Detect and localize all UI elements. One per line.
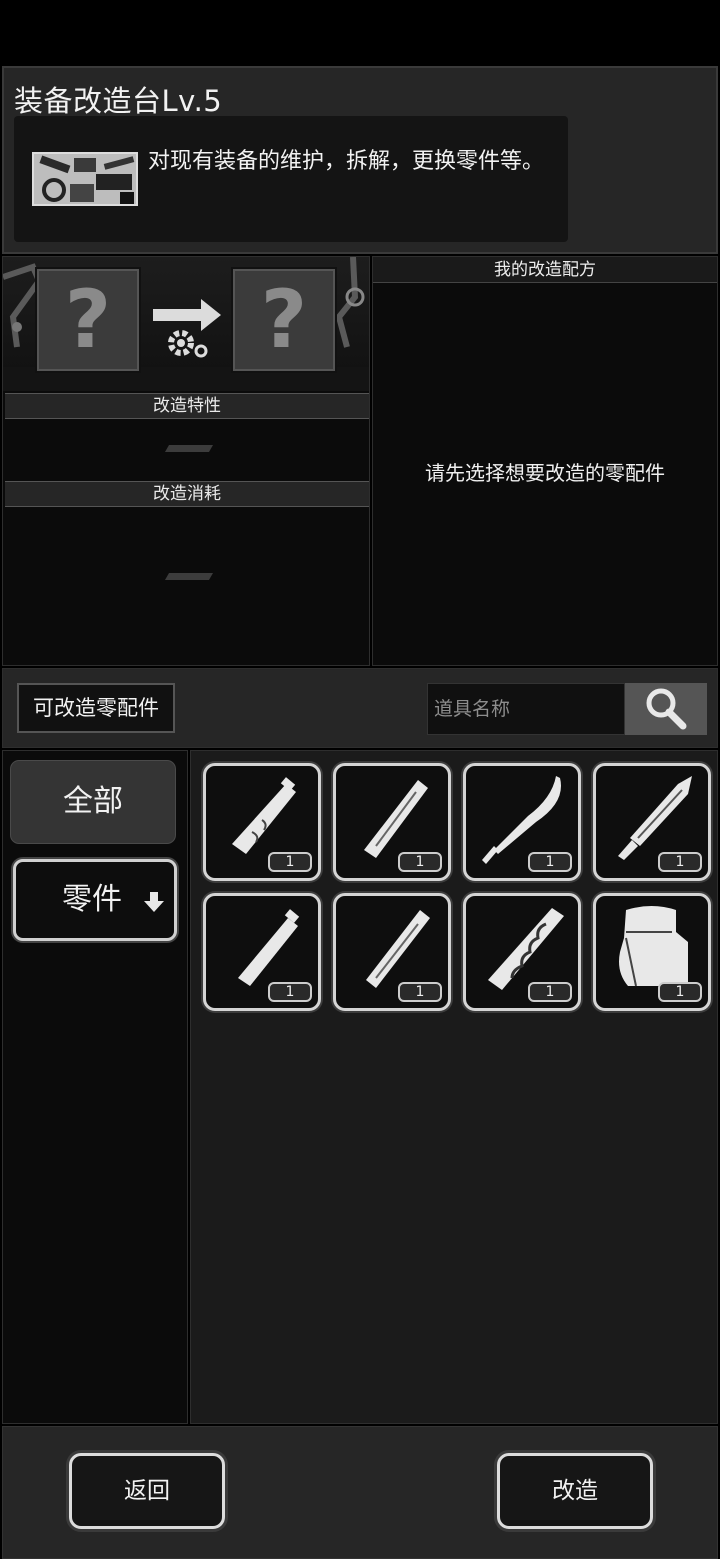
- item-slot[interactable]: 1: [593, 763, 711, 881]
- arrow-down-icon: [144, 892, 164, 912]
- short-handle-icon: [238, 909, 300, 986]
- item-slot[interactable]: 1: [333, 893, 451, 1011]
- item-slot[interactable]: 1: [203, 893, 321, 1011]
- metal-rod-icon: [364, 780, 428, 858]
- workbench-tools-icon: [32, 152, 138, 206]
- item-slot[interactable]: 1: [463, 763, 581, 881]
- workbench-header: 装备改造台Lv.5 对现有装备的维护，拆解，更换零件等。: [2, 66, 718, 254]
- filter-bar: 可改造零配件 道具名称: [2, 668, 718, 748]
- category-sidebar: 全部 零件: [2, 750, 188, 1424]
- transform-arrow-icon: [153, 299, 221, 358]
- category-parts[interactable]: 零件: [13, 859, 177, 941]
- category-parts-label: 零件: [62, 882, 122, 917]
- recipe-empty-message: 请先选择想要改造的零配件: [425, 461, 665, 485]
- description-box: 对现有装备的维护，拆解，更换零件等。: [14, 116, 568, 242]
- search-input[interactable]: 道具名称: [427, 683, 625, 735]
- search-button[interactable]: [625, 683, 707, 735]
- modify-button[interactable]: 改造: [497, 1453, 653, 1529]
- wooden-grip-icon: [232, 777, 296, 854]
- ornate-handle-icon: [488, 908, 564, 990]
- description-text: 对现有装备的维护，拆解，更换零件等。: [148, 149, 545, 174]
- footer-bar: 返回 改造: [2, 1426, 718, 1559]
- item-grid: 1 1 1 1 1 1 1 1: [190, 750, 718, 1424]
- item-slot[interactable]: 1: [333, 763, 451, 881]
- traits-empty-dash: [164, 445, 214, 452]
- recipe-title: 我的改造配方: [373, 257, 717, 283]
- item-slot[interactable]: 1: [463, 893, 581, 1011]
- input-slot[interactable]: ?: [35, 267, 141, 373]
- knife-blade-icon: [618, 776, 692, 860]
- item-slot[interactable]: 1: [593, 893, 711, 1011]
- curved-blade-icon: [482, 776, 561, 864]
- recipe-panel: 我的改造配方 请先选择想要改造的零配件: [372, 256, 718, 666]
- craft-panel: ? ? 改造特性 改造消耗: [2, 256, 370, 666]
- traits-label: 改造特性: [5, 393, 369, 419]
- item-slot[interactable]: 1: [203, 763, 321, 881]
- page-title: 装备改造台Lv.5: [14, 84, 223, 118]
- status-bar: [0, 0, 720, 66]
- cost-label: 改造消耗: [5, 481, 369, 507]
- cloth-pouch-icon: [619, 906, 688, 987]
- tab-modifiable-parts[interactable]: 可改造零配件: [17, 683, 175, 733]
- back-button[interactable]: 返回: [69, 1453, 225, 1529]
- output-slot[interactable]: ?: [231, 267, 337, 373]
- search-icon: [646, 688, 687, 730]
- category-all[interactable]: 全部: [11, 761, 175, 843]
- craft-banner: ? ?: [3, 257, 369, 391]
- long-rod-icon: [366, 910, 430, 988]
- cost-empty-dash: [164, 573, 214, 580]
